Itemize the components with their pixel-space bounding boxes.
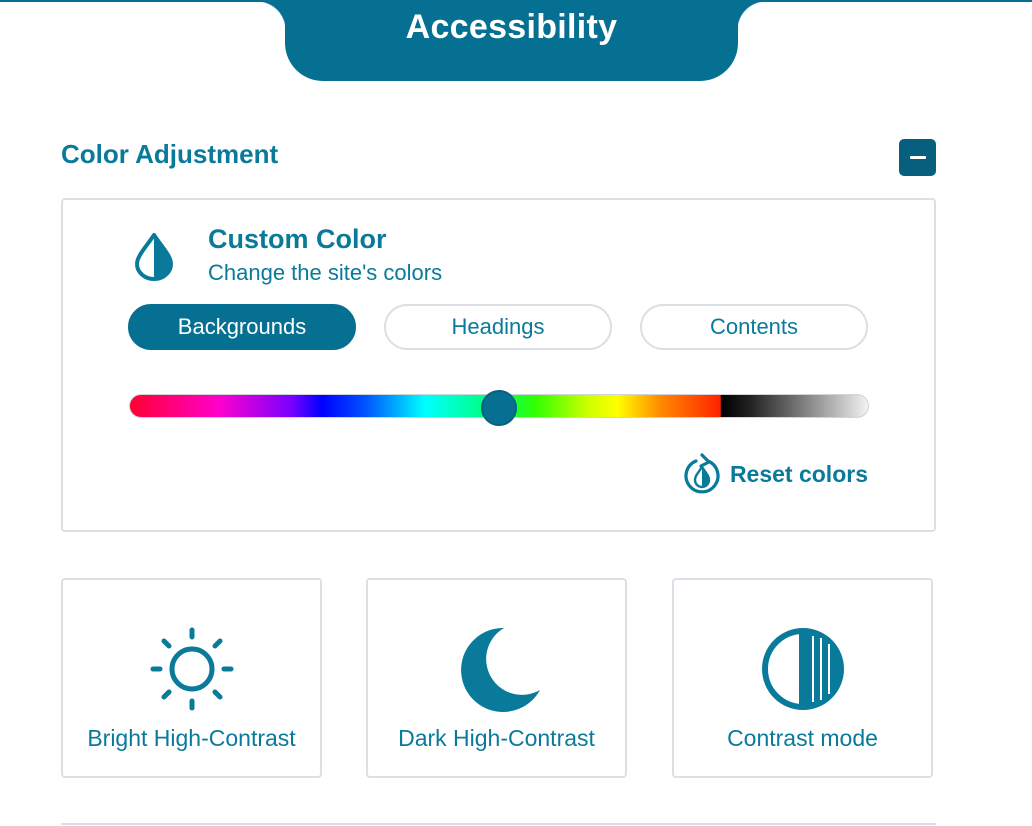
accessibility-panel: Accessibility Color Adjustment Custom Co… bbox=[0, 0, 1032, 826]
contrast-mode-button[interactable]: Contrast mode bbox=[672, 578, 933, 778]
tab-backgrounds[interactable]: Backgrounds bbox=[128, 304, 356, 350]
moon-icon bbox=[460, 627, 540, 712]
reset-colors-button[interactable]: Reset colors bbox=[682, 453, 868, 495]
section-title: Color Adjustment bbox=[61, 139, 279, 169]
bright-high-contrast-label: Bright High-Contrast bbox=[87, 725, 296, 751]
dark-high-contrast-label: Dark High-Contrast bbox=[398, 725, 595, 751]
header-title: Accessibility bbox=[405, 8, 618, 46]
header-tab: Accessibility bbox=[257, 0, 766, 81]
color-drop-icon bbox=[135, 233, 173, 281]
bottom-divider bbox=[61, 823, 936, 825]
custom-color-subtitle: Change the site's colors bbox=[208, 260, 443, 285]
contrast-icon bbox=[761, 628, 844, 710]
tab-headings[interactable]: Headings bbox=[384, 304, 612, 350]
reset-icon bbox=[684, 453, 720, 494]
sun-icon bbox=[150, 627, 233, 711]
dark-high-contrast-button[interactable]: Dark High-Contrast bbox=[366, 578, 627, 778]
tab-contents[interactable]: Contents bbox=[640, 304, 868, 350]
custom-color-card: Custom Color Change the site's colors Ba… bbox=[61, 198, 936, 532]
color-slider-thumb[interactable] bbox=[481, 390, 517, 426]
contrast-mode-label: Contrast mode bbox=[727, 725, 878, 751]
bright-high-contrast-button[interactable]: Bright High-Contrast bbox=[61, 578, 322, 778]
custom-color-title: Custom Color bbox=[208, 224, 387, 254]
minus-icon bbox=[909, 156, 926, 159]
collapse-button[interactable] bbox=[899, 139, 936, 176]
reset-colors-label: Reset colors bbox=[729, 460, 868, 487]
color-target-tabs: Backgrounds Headings Contents bbox=[128, 304, 868, 350]
